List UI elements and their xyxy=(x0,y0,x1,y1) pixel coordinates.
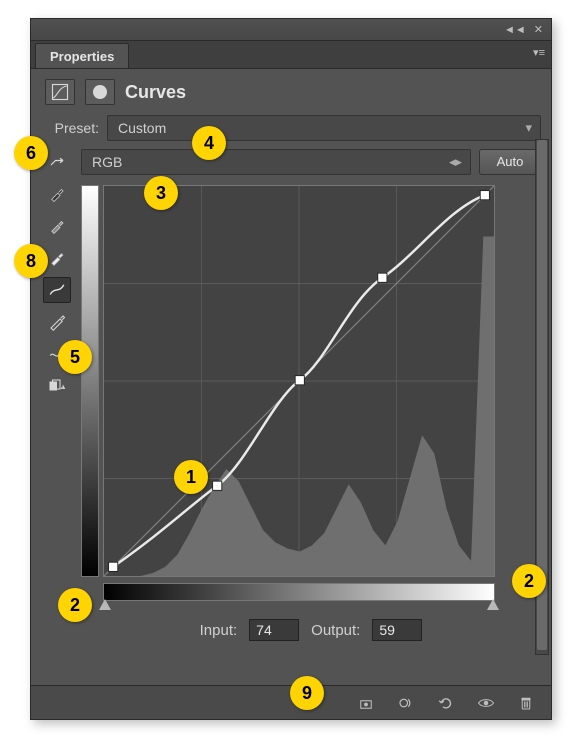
chevron-down-icon: ▾ xyxy=(525,120,532,136)
channel-value: RGB xyxy=(92,154,122,170)
close-icon[interactable]: ✕ xyxy=(534,23,543,36)
input-label: Input: xyxy=(200,622,238,639)
panel-body: Preset: Custom ▾ xyxy=(31,109,551,641)
layer-mask-icon[interactable] xyxy=(85,79,115,105)
callout-1: 1 xyxy=(174,460,208,494)
gray-point-eyedropper-icon[interactable] xyxy=(43,213,71,239)
callout-6: 6 xyxy=(14,136,48,170)
output-label: Output: xyxy=(311,622,360,639)
panel-menu-icon[interactable]: ▾≡ xyxy=(533,46,545,59)
adjustment-type-icon[interactable] xyxy=(45,79,75,105)
output-field[interactable] xyxy=(372,619,422,641)
auto-button[interactable]: Auto xyxy=(479,149,541,175)
preset-row: Preset: Custom ▾ xyxy=(43,115,541,141)
black-input-slider[interactable] xyxy=(99,599,111,610)
svg-text:!: ! xyxy=(62,385,63,390)
callout-4: 4 xyxy=(192,126,226,160)
clipping-warning-icon[interactable]: ! xyxy=(43,373,71,399)
tab-row: Properties ▾≡ xyxy=(31,41,551,69)
edit-points-tool-icon[interactable] xyxy=(43,277,71,303)
input-gradient xyxy=(103,583,495,601)
clip-to-layer-icon[interactable] xyxy=(355,692,377,714)
curve-grid xyxy=(104,186,494,576)
preset-label: Preset: xyxy=(43,120,99,136)
callout-2b: 2 xyxy=(512,564,546,598)
properties-panel: ◄◄ ✕ Properties ▾≡ Curves Preset: Custom… xyxy=(30,18,552,720)
output-gradient xyxy=(81,185,99,577)
input-output-row: Input: Output: xyxy=(81,619,541,641)
delete-icon[interactable] xyxy=(515,692,537,714)
collapse-icon[interactable]: ◄◄ xyxy=(504,24,526,36)
white-input-slider[interactable] xyxy=(487,599,499,610)
black-point-eyedropper-icon[interactable] xyxy=(43,181,71,207)
preset-dropdown[interactable]: Custom ▾ xyxy=(107,115,541,141)
input-field[interactable] xyxy=(249,619,299,641)
callout-8: 8 xyxy=(14,244,48,278)
callout-9: 9 xyxy=(290,676,324,710)
preset-value: Custom xyxy=(118,120,166,136)
callout-2a: 2 xyxy=(58,588,92,622)
callout-3: 3 xyxy=(144,176,178,210)
view-previous-icon[interactable] xyxy=(395,692,417,714)
callout-5: 5 xyxy=(58,340,92,374)
curves-header: Curves xyxy=(31,69,551,109)
panel-titlebar: ◄◄ ✕ xyxy=(31,19,551,41)
curve-editor[interactable] xyxy=(81,185,501,577)
reset-icon[interactable] xyxy=(435,692,457,714)
draw-curve-tool-icon[interactable] xyxy=(43,309,71,335)
curve-canvas[interactable] xyxy=(103,185,495,577)
adjustment-title: Curves xyxy=(125,82,186,103)
tool-column: ! xyxy=(43,149,73,641)
chevron-down-icon: ◂▸ xyxy=(449,154,462,170)
tab-properties[interactable]: Properties xyxy=(35,43,129,68)
channel-dropdown[interactable]: RGB ◂▸ xyxy=(81,149,471,175)
toggle-visibility-icon[interactable] xyxy=(475,692,497,714)
